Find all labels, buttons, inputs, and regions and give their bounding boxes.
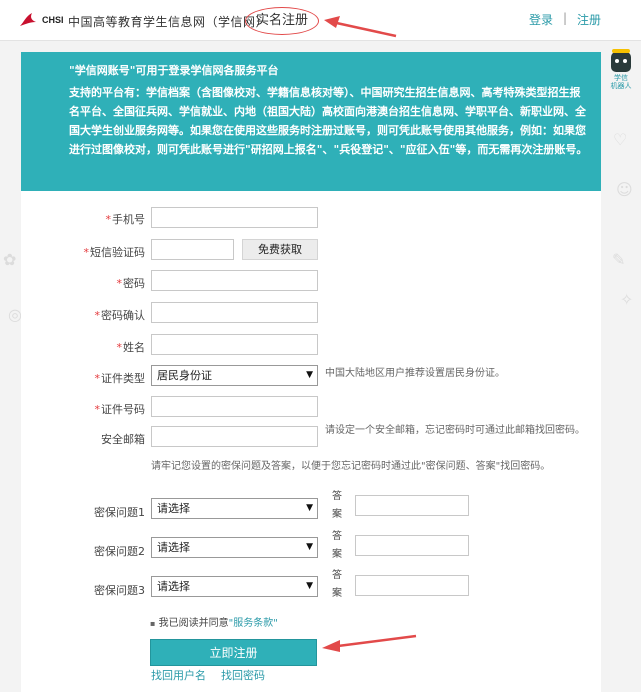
main-content: "学信网账号"可用于登录学信网各服务平台 支持的平台有：学信档案（含图像校对、学… [21,52,601,692]
dropdown-caret-icon: ▼ [306,370,313,380]
site-name[interactable]: 中国高等教育学生信息网（学信网） [68,13,268,30]
security-question-2-label: 密保问题2 [94,545,145,558]
password-label: *密码 [116,277,146,290]
id-type-select[interactable]: 居民身份证 ▼ [151,365,318,386]
email-hint: 请设定一个安全邮箱，忘记密码时可通过此邮箱找回密码。 [325,425,585,436]
decor-icon: ◎ [8,305,22,324]
security-question-3-label: 密保问题3 [94,584,145,597]
security-note: 请牢记您设置的密保问题及答案，以便于您忘记密码时通过此"密保问题、答案"找回密码… [151,461,551,472]
dropdown-caret-icon: ▼ [306,503,313,513]
dropdown-caret-icon: ▼ [306,542,313,552]
robot-label: 学信 机器人 [610,74,632,90]
banner-title: "学信网账号"可用于登录学信网各服务平台 [69,64,279,77]
email-input[interactable] [151,426,318,447]
banner-body: 支持的平台有：学信档案（含图像校对、学籍信息核对等）、中国研究生招生信息网、高考… [69,86,588,156]
register-link[interactable]: 注册 [577,11,601,28]
find-username-link[interactable]: 找回用户名 [151,667,206,683]
name-input[interactable] [151,334,318,355]
security-question-2-select[interactable]: 请选择 ▼ [151,537,318,558]
annotation-arrow-icon [324,16,397,38]
id-number-label: *证件号码 [94,403,146,416]
decor-icon: ✎ [612,250,626,269]
answer-3-label: 答案 [332,570,342,599]
answer-3-input[interactable] [355,575,469,596]
nav-separator: | [563,11,568,25]
name-label: *姓名 [116,341,146,354]
security-question-1-label: 密保问题1 [94,506,145,519]
answer-1-input[interactable] [355,495,469,516]
id-type-hint: 中国大陆地区用户推荐设置居民身份证。 [325,368,505,379]
assistant-robot[interactable]: 学信 机器人 [607,49,635,92]
checkbox-icon[interactable]: ▪ [150,619,155,628]
logo-text: CHSI [42,15,64,25]
answer-1-label: 答案 [332,491,342,520]
info-banner: "学信网账号"可用于登录学信网各服务平台 支持的平台有：学信档案（含图像校对、学… [21,52,601,191]
security-question-1-select[interactable]: 请选择 ▼ [151,498,318,519]
mobile-label: *手机号 [105,213,146,226]
decor-icon: ☺ [616,180,633,199]
login-link[interactable]: 登录 [529,11,553,28]
decor-icon: ✿ [3,250,17,269]
sms-code-input[interactable] [151,239,234,260]
id-number-input[interactable] [151,396,318,417]
mobile-input[interactable] [151,207,318,228]
answer-2-label: 答案 [332,531,342,560]
password-confirm-input[interactable] [151,302,318,323]
password-input[interactable] [151,270,318,291]
find-password-link[interactable]: 找回密码 [221,667,265,683]
sms-code-label: *短信验证码 [83,246,146,259]
register-submit-button[interactable]: 立即注册 [150,639,317,666]
security-question-3-select[interactable]: 请选择 ▼ [151,576,318,597]
annotation-arrow-icon [322,634,417,652]
chsi-logo-icon [20,13,36,26]
agree-terms[interactable]: ▪ 我已阅读并同意"服务条款" [150,614,278,629]
decor-icon: ✧ [620,290,634,309]
email-label: 安全邮箱 [101,433,145,446]
get-sms-code-button[interactable]: 免费获取 [242,239,318,260]
answer-2-input[interactable] [355,535,469,556]
robot-icon [611,49,631,72]
decor-icon: ♡ [613,130,628,149]
password-confirm-label: *密码确认 [94,309,146,322]
terms-link[interactable]: "服务条款" [229,618,278,629]
dropdown-caret-icon: ▼ [306,581,313,591]
page-title: 实名注册 [245,7,319,35]
id-type-label: *证件类型 [94,372,146,385]
